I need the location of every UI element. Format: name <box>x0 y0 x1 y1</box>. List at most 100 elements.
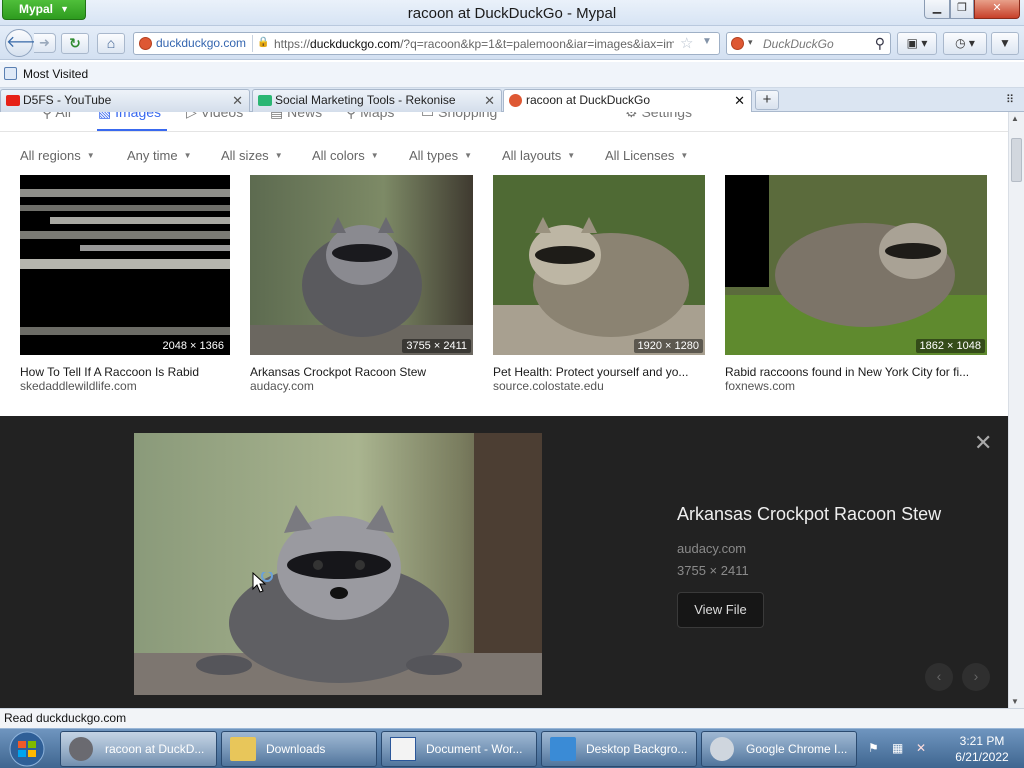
scroll-up-icon[interactable]: ▲ <box>1011 114 1019 123</box>
flag-icon[interactable]: ⚑ <box>868 741 879 755</box>
chevron-down-icon: ▼ <box>680 151 689 160</box>
tab-shopping[interactable]: ▭ Shopping <box>421 112 497 121</box>
result-tile[interactable]: 1862 × 1048 Rabid raccoons found in New … <box>725 175 987 393</box>
result-source[interactable]: source.colostate.edu <box>493 379 705 393</box>
network-icon[interactable]: ▦ <box>892 741 903 755</box>
task-label: Desktop Backgro... <box>586 742 688 756</box>
taskbar-chrome-installer[interactable]: Google Chrome I... <box>701 731 857 767</box>
home-icon: ⌂ <box>106 35 116 51</box>
address-bar[interactable]: duckduckgo.com 🔒 https://duckduckgo.com/… <box>133 32 720 55</box>
close-icon[interactable]: ✕ <box>484 90 495 111</box>
filter-label: All Licenses <box>605 148 675 163</box>
search-bar[interactable]: ▾ DuckDuckGo ⚲ <box>726 32 891 55</box>
clock-date[interactable]: 6/21/2022 <box>946 750 1018 764</box>
raccoon-image <box>725 175 987 355</box>
url-text[interactable]: https://duckduckgo.com/?q=racoon&kp=1&t=… <box>274 37 674 51</box>
chevron-down-icon: ▼ <box>370 151 379 160</box>
image-icon: ▧ <box>98 112 116 120</box>
result-tile[interactable]: 3755 × 2411 Arkansas Crockpot Racoon Ste… <box>250 175 473 393</box>
result-thumbnail[interactable]: 2048 × 1366 <box>20 175 230 355</box>
result-tile[interactable]: 2048 × 1366 How To Tell If A Raccoon Is … <box>20 175 230 393</box>
result-tile[interactable]: 1920 × 1280 Pet Health: Protect yourself… <box>493 175 705 393</box>
previous-image-button[interactable]: ‹ <box>925 663 953 691</box>
result-source[interactable]: audacy.com <box>250 379 473 393</box>
taskbar-mypal[interactable]: racoon at DuckD... <box>60 731 217 767</box>
filter-regions[interactable]: All regions ▼ <box>20 148 95 163</box>
tab-all[interactable]: ⚲ All <box>42 112 71 121</box>
detail-source[interactable]: audacy.com <box>677 541 746 556</box>
filter-colors[interactable]: All colors ▼ <box>312 148 379 163</box>
result-title[interactable]: Pet Health: Protect yourself and yo... <box>493 365 705 379</box>
vertical-scrollbar[interactable]: ▲ ▼ <box>1008 112 1024 708</box>
filter-label: All sizes <box>221 148 269 163</box>
filter-label: All types <box>409 148 459 163</box>
reload-button[interactable]: ↻ <box>61 33 89 54</box>
taskbar-desktop-background[interactable]: Desktop Backgro... <box>541 731 697 767</box>
search-engine-selector[interactable]: ▾ <box>730 36 760 52</box>
tab-youtube[interactable]: D5FS - YouTube ✕ <box>0 89 250 112</box>
tab-images-label: Images <box>115 112 162 120</box>
history-button[interactable]: ◷ ▾ <box>943 32 987 55</box>
menu-button[interactable]: ▼ <box>991 32 1019 55</box>
result-source[interactable]: skedaddlewildlife.com <box>20 379 230 393</box>
result-title[interactable]: How To Tell If A Raccoon Is Rabid <box>20 365 230 379</box>
detail-image[interactable] <box>134 433 542 695</box>
tab-images[interactable]: ▧ Images <box>98 112 161 121</box>
filter-types[interactable]: All types ▼ <box>409 148 472 163</box>
taskbar-downloads[interactable]: Downloads <box>221 731 377 767</box>
new-tab-button[interactable]: + <box>755 90 779 110</box>
volume-muted-icon[interactable]: ✕ <box>916 741 926 755</box>
result-title[interactable]: Arkansas Crockpot Racoon Stew <box>250 365 473 379</box>
site-identity-button[interactable]: duckduckgo.com <box>136 35 254 52</box>
tab-duckduckgo[interactable]: racoon at DuckDuckGo ✕ <box>503 89 752 113</box>
navigation-toolbar: 🡐 ➜ ↻ ⌂ duckduckgo.com 🔒 https://duckduc… <box>0 26 1024 60</box>
tab-all-label: All <box>55 112 71 120</box>
grid-icon: ⠿ <box>1006 94 1015 106</box>
tab-list-button[interactable]: ⠿ <box>1006 93 1014 106</box>
home-button[interactable]: ⌂ <box>97 33 125 54</box>
clock-time[interactable]: 3:21 PM <box>946 734 1018 748</box>
taskbar-word[interactable]: Document - Wor... <box>381 731 537 767</box>
close-icon[interactable]: ✕ <box>734 90 745 111</box>
result-thumbnail[interactable]: 3755 × 2411 <box>250 175 473 355</box>
detail-title[interactable]: Arkansas Crockpot Racoon Stew <box>677 504 941 525</box>
result-title[interactable]: Rabid raccoons found in New York City fo… <box>725 365 987 379</box>
search-icon[interactable]: ⚲ <box>875 35 885 52</box>
tab-rekonise[interactable]: Social Marketing Tools - Rekonise ✕ <box>252 89 502 112</box>
duckduckgo-icon <box>509 94 522 107</box>
start-button[interactable] <box>4 730 50 768</box>
next-image-button[interactable]: › <box>962 663 990 691</box>
view-file-button[interactable]: View File <box>677 592 764 628</box>
settings-label: Settings <box>641 112 693 120</box>
search-placeholder: DuckDuckGo <box>763 37 834 51</box>
url-dropdown-icon[interactable]: ▼ <box>702 36 712 47</box>
filter-licenses[interactable]: All Licenses ▼ <box>605 148 688 163</box>
filter-sizes[interactable]: All sizes ▼ <box>221 148 283 163</box>
back-button[interactable]: 🡐 <box>5 29 49 57</box>
scrollbar-thumb[interactable] <box>1011 138 1022 182</box>
forward-button[interactable]: ➜ <box>34 33 56 53</box>
settings-link[interactable]: ⚙ Settings <box>625 112 692 121</box>
tab-videos[interactable]: ▷ Videos <box>186 112 243 121</box>
filter-layouts[interactable]: All layouts ▼ <box>502 148 575 163</box>
result-thumbnail[interactable]: 1862 × 1048 <box>725 175 987 355</box>
bookmark-star-icon[interactable]: ☆ <box>680 34 693 52</box>
result-thumbnail[interactable]: 1920 × 1280 <box>493 175 705 355</box>
puzzle-icon: ▣ ▾ <box>906 36 928 50</box>
maximize-button[interactable]: ❐ <box>950 0 974 19</box>
filter-label: Any time <box>127 148 178 163</box>
close-window-button[interactable]: ✕ <box>974 0 1020 19</box>
close-icon[interactable]: ✕ <box>232 90 243 111</box>
result-source[interactable]: foxnews.com <box>725 379 987 393</box>
scroll-down-icon[interactable]: ▼ <box>1011 697 1019 706</box>
page-viewport: ⚲ All ▧ Images ▷ Videos ▤ News ⚲ Maps ▭ … <box>0 112 1008 708</box>
tab-news[interactable]: ▤ News <box>270 112 322 121</box>
close-icon[interactable]: ✕ <box>974 430 992 456</box>
addon-button[interactable]: ▣ ▾ <box>897 32 937 55</box>
plus-icon: + <box>762 91 772 108</box>
filter-time[interactable]: Any time ▼ <box>127 148 192 163</box>
tab-maps[interactable]: ⚲ Maps <box>346 112 394 121</box>
bookmark-most-visited[interactable]: Most Visited <box>4 67 88 81</box>
tab-label: racoon at DuckDuckGo <box>526 93 651 107</box>
minimize-button[interactable]: ▁ <box>924 0 950 19</box>
